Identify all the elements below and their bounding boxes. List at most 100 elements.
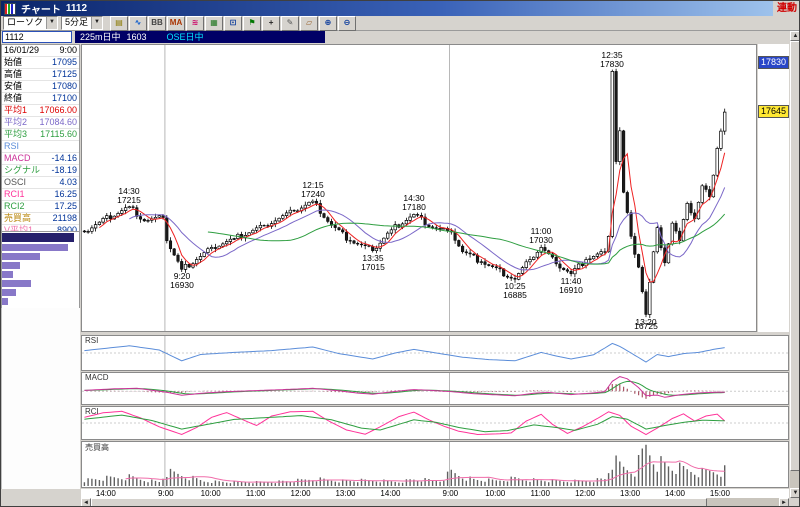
select-area-icon[interactable]: ⊡ — [224, 15, 243, 31]
scroll-right-icon[interactable]: ► — [779, 498, 789, 506]
instrument-name: 225m日中 — [80, 32, 121, 42]
line-chart-icon[interactable]: ∿ — [129, 15, 148, 31]
quote-value: 16.25 — [54, 189, 77, 199]
quote-row: 売買高 21198 — [2, 213, 79, 225]
hscroll-track[interactable] — [707, 498, 779, 506]
time-tick-label: 12:00 — [575, 489, 596, 498]
quote-label: 始値 — [4, 57, 23, 67]
quote-label: 平均2 — [4, 117, 28, 127]
scroll-down-icon[interactable]: ▼ — [790, 488, 799, 498]
flag-icon[interactable]: ⚑ — [243, 15, 262, 31]
macd-panel-label: MACD — [85, 373, 109, 382]
link-indicator[interactable]: 連動 — [773, 1, 799, 16]
quote-label: RCI2 — [4, 201, 25, 211]
window-title: チャート — [21, 5, 61, 16]
interval-select[interactable]: 5分足 ▼ — [61, 16, 104, 30]
current-price-badge: 17645 — [758, 105, 789, 119]
volume-profile-bar — [2, 262, 20, 269]
pencil-icon[interactable]: ✎ — [281, 15, 300, 31]
eraser-icon[interactable]: ▱ — [300, 15, 319, 31]
quote-value: 17080 — [51, 81, 77, 91]
volume-profile-bar — [2, 271, 13, 278]
zoom-out-icon[interactable]: ⊖ — [338, 15, 357, 31]
rci-panel[interactable]: RCI — [81, 406, 789, 440]
volume-profile-bar — [2, 244, 68, 251]
quote-value: -14.16 — [51, 153, 77, 163]
price-axis: 17830 17645 — [758, 44, 789, 332]
scroll-up-icon[interactable]: ▲ — [790, 31, 799, 41]
quote-row: V平均1 8900 — [2, 225, 79, 232]
rsi-panel[interactable]: RSI — [81, 335, 789, 371]
vscroll-thumb[interactable] — [790, 41, 799, 471]
indicator-lines-icon[interactable]: ≋ — [186, 15, 205, 31]
chevron-down-icon[interactable]: ▼ — [46, 17, 58, 29]
time-tick-label: 14:00 — [664, 489, 685, 498]
macd-panel[interactable]: MACD — [81, 372, 789, 405]
app-icon — [4, 2, 16, 15]
quote-value: 17100 — [51, 93, 77, 103]
vertical-scrollbar[interactable]: ▲ ▼ — [790, 31, 799, 498]
svg-text:17180: 17180 — [402, 202, 426, 212]
chart-grid-icon[interactable]: ▤ — [110, 15, 129, 31]
quote-value: 21198 — [52, 213, 77, 223]
quote-label: 売買高 — [4, 213, 32, 223]
volume-panel[interactable]: 売買高 — [81, 441, 789, 488]
quote-label: MACD — [4, 153, 31, 163]
chart-type-label: ローソク — [7, 17, 44, 27]
quote-panel: 16/01/29 9:00 始値 17095 高値 17125 安値 17080 終値 17100… — [1, 44, 80, 232]
session-name: OSE日中 — [166, 32, 204, 42]
quote-row: RCI2 17.25 — [2, 201, 79, 213]
grid-icon[interactable]: ▦ — [205, 15, 224, 31]
quote-value: 8900 — [56, 225, 77, 232]
quote-label: 高値 — [4, 69, 23, 79]
titlebar[interactable]: チャート 1112 連動 — [1, 1, 799, 16]
candlestick-svg: 14:30172159:201693012:151724013:35170151… — [82, 45, 727, 331]
quote-label: 16/01/29 — [4, 45, 40, 55]
instrument-info-bar: 225m日中 1603 OSE日中 — [75, 31, 325, 43]
horizontal-scrollbar[interactable]: ◄ ► — [81, 498, 789, 506]
main-chart[interactable]: 14:30 17215 9:20 16930 12:15 17240 13:35 17015 1… — [81, 44, 757, 332]
quote-label: シグナル — [4, 165, 41, 175]
zoom-in-icon[interactable]: ⊕ — [319, 15, 338, 31]
svg-text:17240: 17240 — [301, 189, 325, 199]
quote-row: 始値 17095 — [2, 57, 79, 69]
quote-label: 安値 — [4, 81, 23, 91]
hscroll-thumb[interactable] — [91, 498, 707, 506]
svg-text:17015: 17015 — [361, 262, 385, 272]
moving-average-icon[interactable]: MA — [167, 15, 186, 31]
code-input[interactable] — [2, 31, 72, 43]
interval-label: 5分足 — [65, 17, 89, 27]
quote-label: V平均1 — [4, 225, 34, 232]
quote-row: RCI1 16.25 — [2, 189, 79, 201]
volume-profile-bar — [2, 280, 31, 287]
svg-text:16885: 16885 — [503, 290, 527, 300]
chevron-down-icon[interactable]: ▼ — [91, 17, 103, 29]
time-tick-label: 13:00 — [620, 489, 641, 498]
quote-row: 平均1 17066.00 — [2, 105, 79, 117]
quote-label: 平均1 — [4, 105, 28, 115]
quote-row: シグナル -18.19 — [2, 165, 79, 177]
volume-profile-bar — [2, 298, 8, 305]
quote-label: RSI — [4, 141, 20, 151]
time-tick-label: 13:00 — [335, 489, 356, 498]
scroll-left-icon[interactable]: ◄ — [81, 498, 91, 506]
quote-row: OSCI 4.03 — [2, 177, 79, 189]
crosshair-icon[interactable]: + — [262, 15, 281, 31]
volume-svg — [83, 442, 726, 487]
rci-svg — [82, 407, 788, 439]
quote-value: 17084.60 — [39, 117, 77, 127]
quote-row: MACD -14.16 — [2, 153, 79, 165]
bollinger-bands-icon[interactable]: BB — [148, 15, 167, 31]
svg-text:17030: 17030 — [529, 235, 553, 245]
quote-value: 17.25 — [54, 201, 77, 211]
volume-profile-bar — [2, 253, 40, 260]
rsi-panel-label: RSI — [85, 336, 99, 345]
quote-row: 平均3 17115.60 — [2, 129, 79, 141]
toolbar-icons: ▤ ∿ BB MA ≋ ▦ ⊡ ⚑ + ✎ ▱ ⊕ ⊖ — [110, 15, 357, 31]
time-tick-label: 11:00 — [530, 489, 550, 498]
chart-type-select[interactable]: ローソク ▼ — [3, 16, 59, 30]
quote-label: OSCI — [4, 177, 27, 187]
time-tick-label: 11:00 — [245, 489, 266, 498]
quote-value: 4.03 — [59, 177, 77, 187]
volume-profile — [1, 232, 80, 308]
